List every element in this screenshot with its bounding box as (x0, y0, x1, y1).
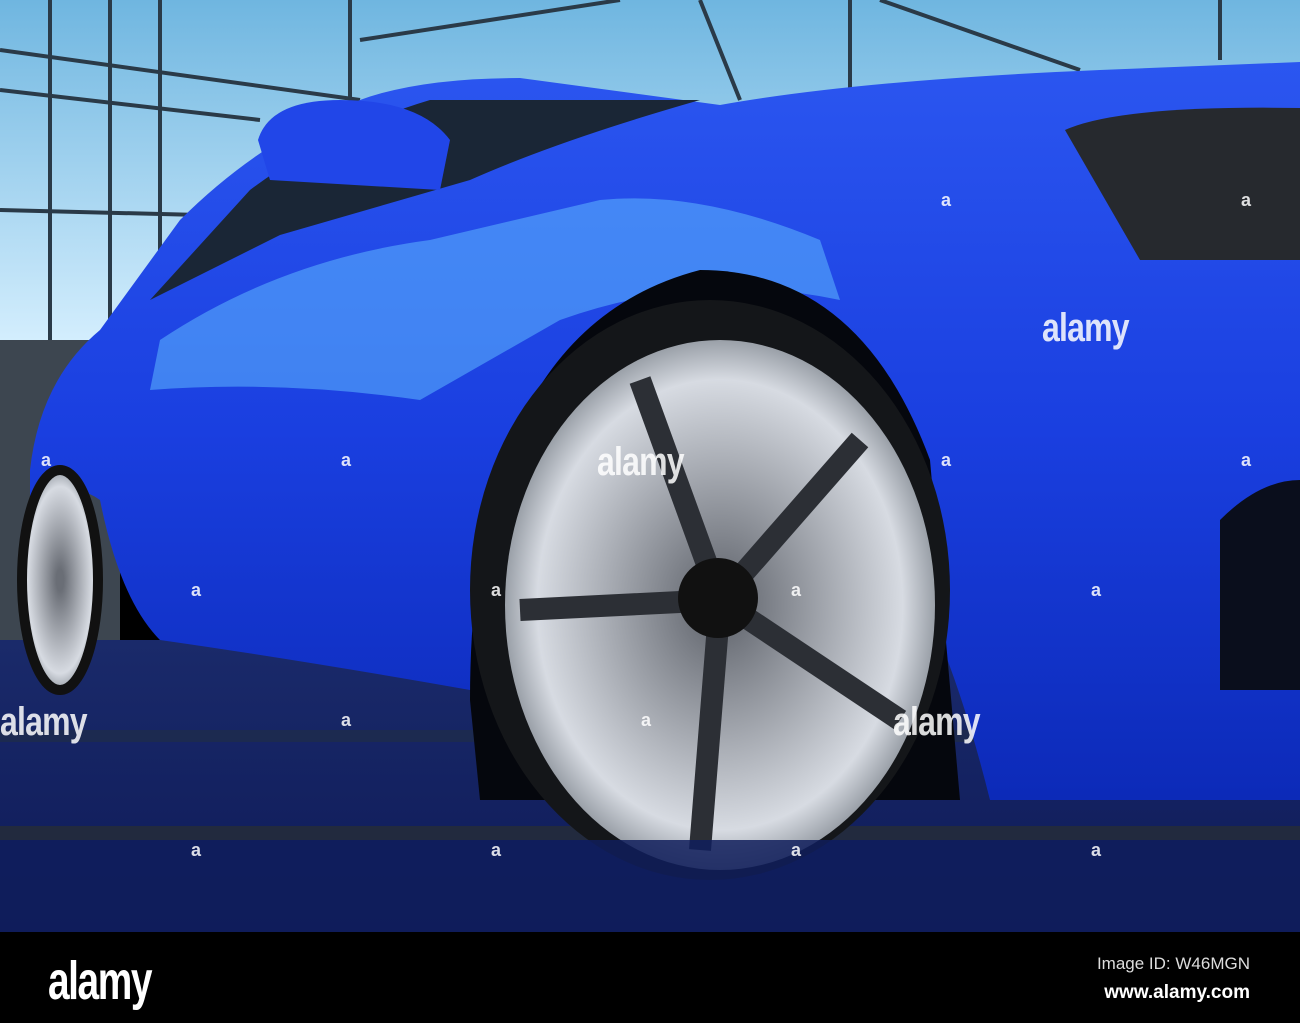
watermark: a (941, 450, 951, 470)
watermark: alamy (893, 700, 981, 744)
front-bumper-vent (1220, 480, 1300, 690)
watermark: a (1091, 580, 1101, 600)
watermark: a (491, 580, 501, 600)
watermark: a (941, 190, 951, 210)
watermark: a (791, 840, 801, 860)
watermark: a (791, 580, 801, 600)
watermark: alamy (0, 700, 88, 744)
watermark: a (341, 450, 351, 470)
watermark: a (1241, 190, 1251, 210)
image-id: Image ID: W46MGN (1096, 954, 1250, 973)
wheel-hub (678, 558, 758, 638)
watermark: a (191, 840, 201, 860)
watermark: a (641, 710, 651, 730)
watermark: a (41, 450, 51, 470)
footer-bar: alamy Image ID: W46MGN www.alamy.com (0, 932, 1300, 1023)
watermark: a (491, 840, 501, 860)
watermark: a (341, 710, 351, 730)
watermark: alamy (1042, 306, 1130, 350)
watermark: a (191, 580, 201, 600)
site-url: www.alamy.com (1104, 982, 1250, 1003)
rear-wheel (17, 465, 103, 695)
watermark: a (1091, 840, 1101, 860)
alamy-logo: alamy (48, 951, 152, 1011)
watermark: a (1241, 450, 1251, 470)
watermark: alamy (597, 440, 685, 484)
